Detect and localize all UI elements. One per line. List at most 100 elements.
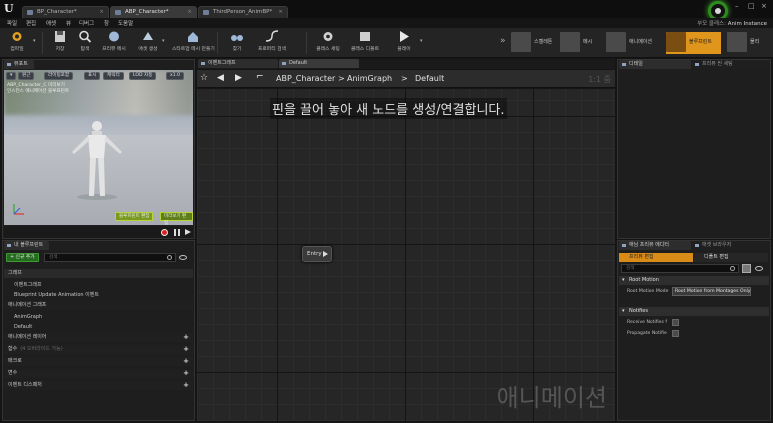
anim-blueprint-icon [203,10,209,15]
tab-anim-preview-editor[interactable]: 애님 프리뷰 에디터 [619,241,691,250]
menu-asset[interactable]: 애셋 [46,19,56,27]
tab-edit-defaults[interactable]: 디폴트 편집 [694,253,768,262]
parent-class-value[interactable]: Anim Instance [728,21,767,27]
perspective-button[interactable]: 원근 [18,72,35,80]
find-button[interactable]: 찾기 [222,30,252,56]
close-icon[interactable]: × [187,7,192,18]
tree-category[interactable]: 애니메이션 레이어 + [4,333,193,342]
close-window-icon[interactable]: × [761,2,767,10]
chevron-down-icon[interactable]: ▾ [162,38,165,44]
minimize-icon[interactable]: – [735,2,739,10]
play-icon[interactable] [185,229,191,235]
blueprint-search-input[interactable]: 검색 [44,253,176,262]
tab-preview-scene-settings[interactable]: 프리뷰 씬 세팅 [692,60,770,69]
preview-search-input[interactable]: 검색 [621,264,739,273]
tab-default-graph[interactable]: Default [279,59,359,68]
add-new-button[interactable]: + 신규 추가 [6,253,39,262]
section-notifies[interactable]: Notifies [619,307,769,316]
favorite-star-icon[interactable]: ☆ [200,73,208,83]
menu-edit[interactable]: 편집 [26,19,36,27]
my-blueprint-tab[interactable]: 내 블루프린트 [4,241,50,250]
tree-category[interactable]: 그래프 [4,269,193,278]
doc-tab-thirdperson-animbp[interactable]: ThirdPerson_AnimBP* × [198,6,288,18]
doc-tab-label: BP_Character* [37,9,77,15]
pause-icon[interactable] [174,229,180,236]
lighting-button[interactable]: 라이팅포함 [44,72,74,80]
viewport-options-button[interactable]: ▾ [6,72,17,80]
add-icon[interactable]: + [183,333,189,342]
edit-blueprint-toggle[interactable]: 블루프린트 편집 [115,212,154,221]
add-icon[interactable]: + [183,357,189,366]
tree-item[interactable]: AnimGraph [4,313,193,322]
tree-item[interactable]: Default [4,323,193,332]
make-startup-mesh-button[interactable]: 스타트업 메시 만들기 [172,30,215,56]
preview-mesh-button[interactable]: 프리뷰 메시 [99,30,129,56]
tree-category[interactable]: 매크로 + [4,357,193,366]
mode-animation-button[interactable]: 애니메이션 [606,32,663,54]
add-icon[interactable]: + [183,345,189,354]
edit-preview-toggle[interactable]: 미리보기 편집 [160,212,193,225]
tree-category[interactable]: 이벤트 디스패처 + [4,381,193,390]
tree-category[interactable]: 변수 + [4,369,193,378]
receive-notifies-checkbox[interactable] [672,319,679,326]
tree-category[interactable]: 애니메이션 그래프 [4,301,193,310]
show-button[interactable]: 표시 [84,72,101,80]
chevron-down-icon[interactable]: ▾ [420,38,423,44]
compile-button[interactable]: 컴파일 [2,30,32,56]
blueprint-mode-icon [666,32,686,52]
entry-node[interactable]: Entry [302,246,332,262]
viewport-info: ABP_Character_C 미리보기 인스턴스 애니메이션 블루프린트 [7,83,69,95]
menu-window[interactable]: 창 [104,19,109,27]
eye-icon[interactable] [755,266,763,271]
class-defaults-button[interactable]: 클래스 디폴트 [347,30,383,56]
character-button[interactable]: 캐릭터 [103,72,124,80]
tab-event-graph[interactable]: 이벤트그래프 [198,59,278,68]
lod-auto-button[interactable]: LOD 자동 [129,72,157,80]
menu-debug[interactable]: 디버그 [79,19,94,27]
class-settings-button[interactable]: 클래스 세팅 [311,30,345,56]
doc-tab-bp-character[interactable]: BP_Character* × [22,6,109,18]
find-in-blueprints-button[interactable]: 프로퍼티 검색 [254,30,290,56]
graph-canvas[interactable]: 핀을 끌어 놓아 새 노드를 생성/연결합니다. Entry 애니메이션 [197,89,615,421]
tab-details[interactable]: 디테일 [619,60,691,69]
forward-arrow-icon[interactable]: ▶ [235,73,242,83]
tree-item[interactable]: 이벤트그래프 [4,281,193,290]
maximize-icon[interactable]: □ [748,2,755,10]
browse-button[interactable]: 탐색 [70,30,100,56]
play-button[interactable]: 플레이 [389,30,419,56]
mode-skeleton-button[interactable]: 스켈레톤 [511,32,557,54]
tab-edit-preview[interactable]: 프리뷰 편집 [619,253,693,262]
close-icon[interactable]: × [278,7,283,18]
exec-pin-icon[interactable] [323,251,328,257]
tree-item[interactable]: Blueprint Update Animation 이벤트 [4,291,193,300]
section-root-motion[interactable]: Root Motion [619,276,769,285]
playback-speed-button[interactable]: x1.0 [166,72,185,80]
breadcrumb-animgraph[interactable]: AnimGraph [347,74,392,83]
back-arrow-icon[interactable]: ◀ [217,73,224,83]
menu-help[interactable]: 도움말 [118,19,133,27]
add-icon[interactable]: + [183,369,189,378]
root-motion-mode-select[interactable]: Root Motion from Montages Only [672,287,751,296]
create-asset-button[interactable]: 애셋 생성 [133,30,163,56]
viewport-tab[interactable]: 뷰포트 [4,60,34,69]
tab-asset-browser[interactable]: 애셋 브라우저 [692,241,770,250]
tree-category[interactable]: 함수 (4 오버라이드 가능) + [4,345,193,354]
mode-mesh-button[interactable]: 메시 [560,32,603,54]
viewport-3d-view[interactable]: ▾ 원근 라이팅포함 표시 캐릭터 LOD 자동 x1.0 ABP_Charac… [4,70,193,225]
propagate-notifies-checkbox[interactable] [672,330,679,337]
record-icon[interactable] [161,229,168,236]
chevron-double-right-icon[interactable]: » [500,36,506,46]
add-icon[interactable]: + [183,381,189,390]
tree-row-note: (4 오버라이드 가능) [20,346,63,352]
breadcrumb-default[interactable]: Default [415,74,444,83]
chevron-down-icon[interactable]: ▾ [33,38,36,44]
breadcrumb-blueprint[interactable]: ABP_Character [276,74,335,83]
close-icon[interactable]: × [99,7,104,18]
doc-tab-abp-character[interactable]: ABP_Character* × [110,6,197,18]
menu-view[interactable]: 뷰 [66,19,71,27]
menu-file[interactable]: 파일 [7,19,17,27]
property-matrix-icon[interactable] [742,264,751,273]
eye-icon[interactable] [179,255,187,260]
mode-physics-button[interactable]: 물리 [727,32,771,54]
mode-blueprint-button[interactable]: 블루프린트 [666,32,721,54]
